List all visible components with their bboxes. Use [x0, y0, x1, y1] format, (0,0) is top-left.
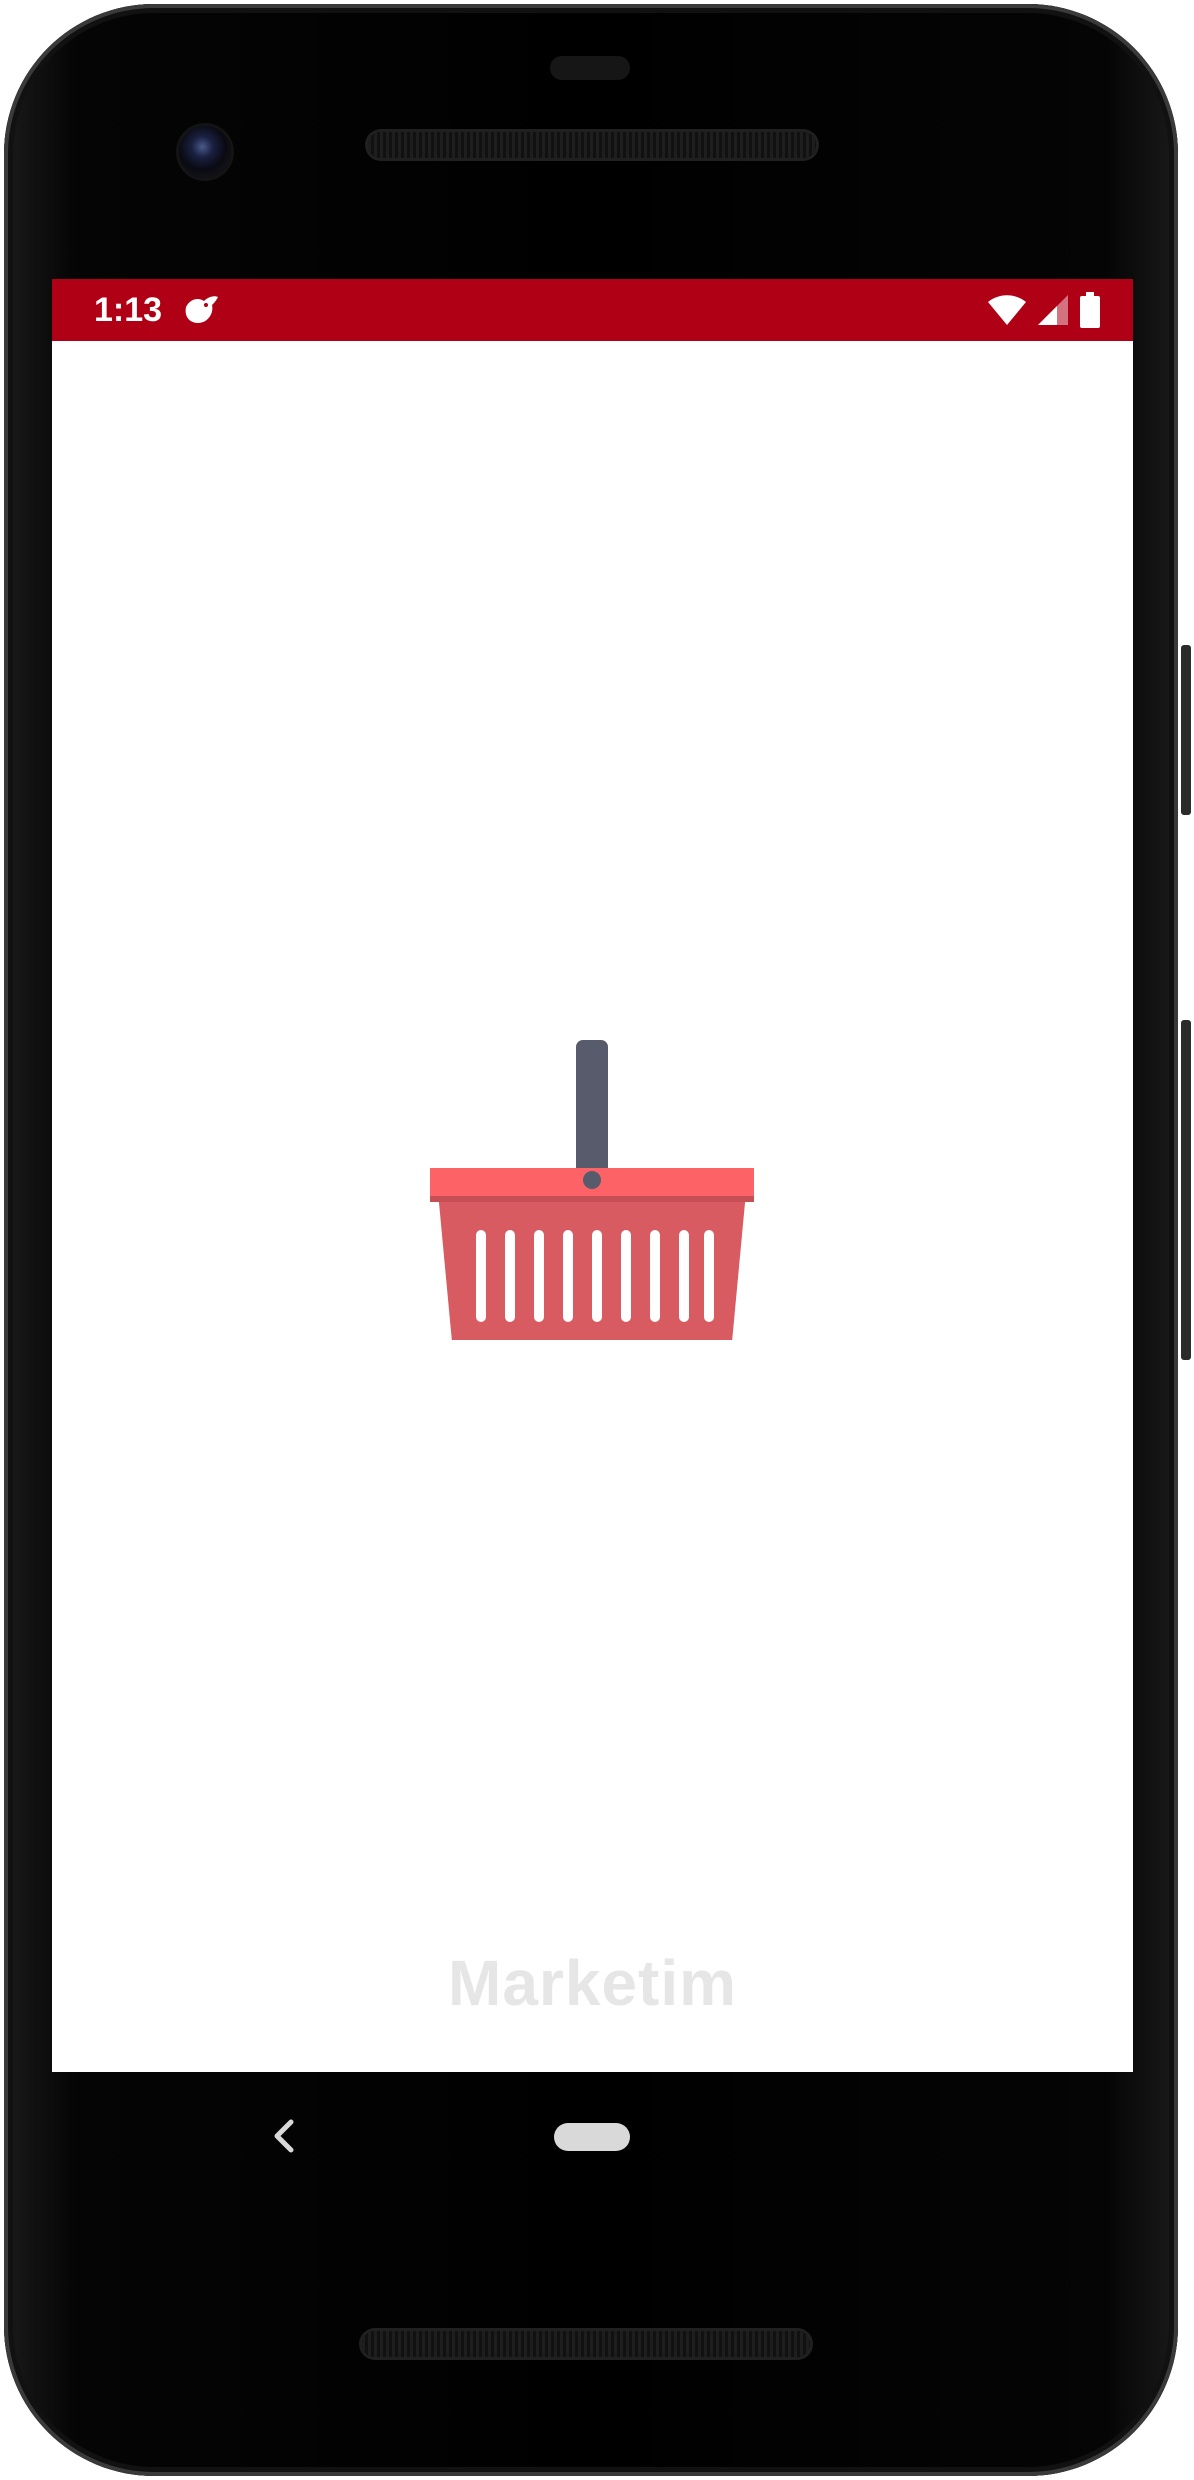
app-name: Marketim: [448, 1947, 737, 2019]
proximity-sensor: [550, 56, 630, 80]
shopping-basket-icon: [430, 1040, 754, 1340]
volume-button: [1181, 1020, 1191, 1360]
status-time: 1:13: [94, 291, 163, 329]
status-bar: 1:13: [52, 279, 1133, 341]
bottom-speaker: [362, 2331, 810, 2357]
signal-icon: [1038, 295, 1068, 325]
screen: 1:13 Marketim: [52, 279, 1133, 2072]
bird-icon: [185, 296, 218, 323]
top-speaker: [368, 132, 816, 158]
home-pill-icon[interactable]: [554, 2123, 630, 2151]
wifi-icon: [988, 295, 1026, 325]
power-button: [1181, 645, 1191, 815]
back-chevron-icon[interactable]: [265, 2116, 305, 2156]
front-camera: [179, 126, 231, 178]
battery-icon: [1080, 292, 1100, 328]
status-icons: [987, 291, 1101, 329]
phone-frame: 1:13 Marketim: [0, 0, 1194, 2480]
splash-screen: Marketim: [52, 341, 1133, 2072]
